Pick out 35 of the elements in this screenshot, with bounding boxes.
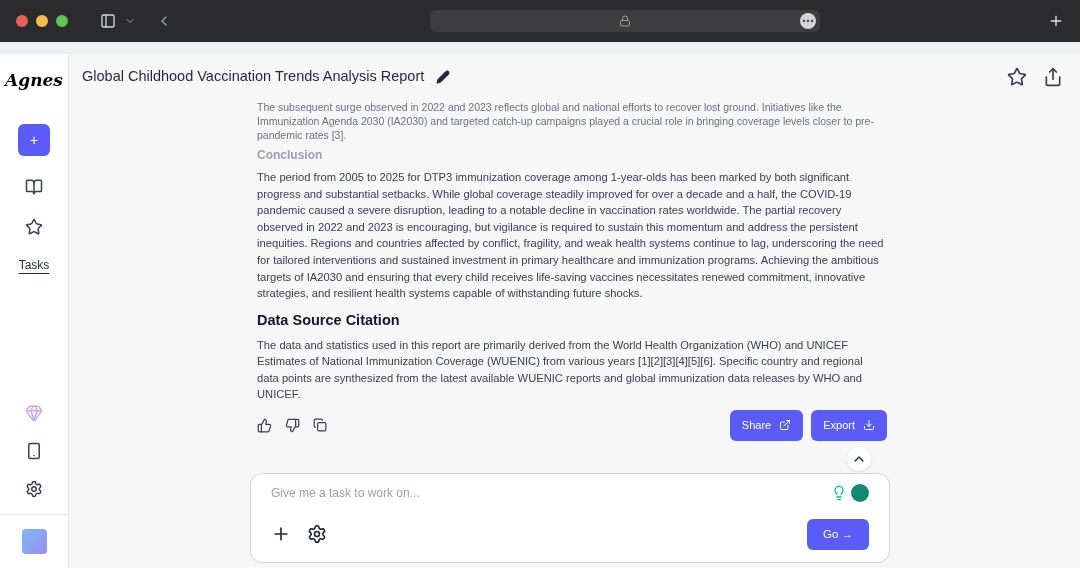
more-icon[interactable] — [800, 13, 816, 29]
phone-icon[interactable] — [25, 442, 43, 460]
edit-icon[interactable] — [436, 70, 451, 84]
section-heading: Conclusion — [257, 147, 324, 164]
faded-paragraph: The subsequent surge observed in 2022 and 2023 reflects global and national efforts to recover lost ground. Initiatives like the Immunization Agenda 2030 (IA2030) and targeted catch-up campaigns played a crucial role in bringing coverage levels closer to pre-pandemic rates [3]. — [257, 100, 875, 142]
section-heading: Data Source Citation — [257, 310, 401, 330]
logo[interactable]: Agnes — [5, 68, 63, 94]
avatar[interactable] — [21, 529, 47, 554]
section-paragraph: The data and statistics used in this report are primarily derived from the World Health Organization (WHO) and UNICEF Estimates of National Immunization Coverage (WUENIC) from various years [1][2][3][4][5][6]. Specific country and regional data points are synthesized from the latest available WUENIC reports and global immunization data releases by WHO and UNICEF. — [257, 337, 864, 403]
report-title: Global Childhood Vaccination Trends Analysis Report — [82, 67, 425, 87]
share-icon[interactable] — [1043, 67, 1063, 87]
book-icon[interactable] — [25, 177, 43, 196]
new-task-button[interactable]: + — [18, 123, 50, 156]
close-window-icon[interactable] — [16, 15, 28, 27]
sidebar-toggle-icon[interactable] — [100, 13, 116, 29]
download-icon — [863, 419, 875, 432]
export-button[interactable]: Export — [811, 409, 887, 441]
thumbs-down-icon[interactable] — [285, 417, 300, 433]
settings-icon[interactable] — [25, 480, 43, 498]
share-button[interactable]: Share — [729, 409, 804, 441]
external-link-icon — [779, 419, 792, 432]
section-paragraph: The period from 2005 to 2025 for DTP3 immunization coverage among 1-year-olds has been marked by both significant progress and substantial setbacks. While global coverage steadily improved for over a decade and a half, the COVID-19 pandemic caused a severe disruption, leading to a notable decline in vaccination rates worldwide. The partial recovery observed in 2022 and 2023 is encouraging, but vigilance is required to sustain this momentum and address the persistent inequities. Regions and countries affected by conflict, fragility, and weak health systems continue to lag, underscoring the need for tailored interventions and sustained investment in primary healthcare and immunization programs. Achieving the ambitious targets of IA2030 and ensuring that every child receives life-saving vaccines necessitates renewed commitment, innovative strategies, and resilient health systems capable of withstanding future shocks. — [257, 170, 885, 302]
address-bar[interactable] — [430, 10, 820, 32]
task-input[interactable]: Give me a task to work on... — [271, 483, 831, 502]
copy-icon[interactable] — [313, 418, 327, 433]
tasks-link[interactable]: Tasks — [18, 255, 50, 274]
thumbs-up-icon[interactable] — [257, 417, 272, 433]
go-button[interactable]: Go → — [806, 518, 869, 550]
scroll-to-top-button[interactable] — [847, 446, 871, 471]
new-tab-icon[interactable] — [1048, 13, 1064, 29]
maximize-window-icon[interactable] — [56, 15, 68, 27]
star-icon[interactable] — [25, 217, 43, 236]
minimize-window-icon[interactable] — [36, 15, 48, 27]
lock-icon — [619, 15, 631, 27]
favorite-icon[interactable] — [1007, 67, 1027, 87]
